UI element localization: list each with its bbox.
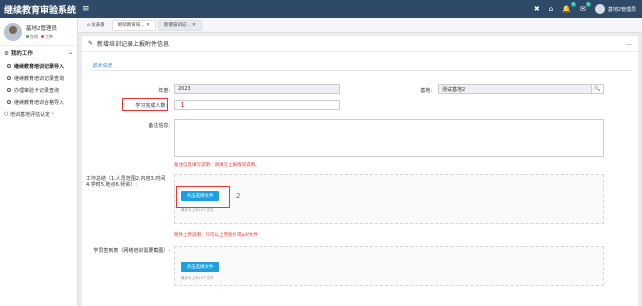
home-icon: ⌂ <box>87 22 90 28</box>
work-summary-label: 工作总结（1.人员范围2.内容3.时间4.学时5.地点6.师资）: <box>86 176 166 188</box>
sidebar-section-evaluation[interactable]: ○ 培训基地评估认定 ‹ <box>0 108 77 120</box>
remark-textarea[interactable] <box>174 119 604 157</box>
remark-label: 备注信息: <box>148 123 170 129</box>
work-summary-upload-button[interactable]: 点击选择文件 <box>181 191 219 201</box>
tab-new-record[interactable]: 新增培训记... ✕ <box>157 19 202 31</box>
sidebar-item-label: 办理审验卡记录查询 <box>14 87 60 94</box>
close-icon[interactable]: ✕ <box>192 23 196 28</box>
year-label: 年度: <box>158 88 170 94</box>
status-online: 在线 <box>30 33 38 39</box>
collapse-icon[interactable]: — <box>626 41 632 48</box>
sidebar-item-label: 继续教育培训合格导入 <box>14 99 65 106</box>
bell-icon[interactable]: 🔔 5 <box>562 2 576 13</box>
app-title: 继续教育审验系统 <box>4 5 77 16</box>
tab-training[interactable]: 继续教育培... ✕ <box>111 19 156 31</box>
circle-icon <box>7 64 11 68</box>
bell-badge: 5 <box>570 2 576 7</box>
student-sign-upload-button[interactable]: 点击选择文件 <box>181 262 219 272</box>
status-work: 工种 <box>45 33 53 39</box>
year-input[interactable]: 2023 <box>174 84 340 94</box>
tab-dashboard[interactable]: ⌂ 仪表盘 <box>82 20 110 31</box>
remark-hint: 备注信息填写说明：请填写上报情况说明。 <box>174 163 260 168</box>
work-dot-icon <box>41 34 44 38</box>
avatar <box>4 22 22 41</box>
fullscreen-icon[interactable]: ✖ <box>534 5 540 13</box>
circle-icon <box>7 88 11 92</box>
student-sign-upload-area[interactable] <box>174 246 604 286</box>
section-title: 基本信息 <box>92 63 113 69</box>
student-sign-label: 学员签到表（网络培训需要截图）: <box>93 248 170 254</box>
count-label: 学习完成人数: <box>135 103 167 109</box>
sidebar-section-label: 培训基地评估认定 <box>9 111 50 118</box>
panel-title: ✎ 新增培训记录上报附件信息 <box>82 36 638 52</box>
panel-title-text: 新增培训记录上报附件信息 <box>97 41 170 48</box>
user-name: 基地2管理员 <box>607 6 636 13</box>
sidebar-user-status: 在线 工种 <box>26 34 57 40</box>
sidebar-section-label: 我的工作 <box>10 51 33 57</box>
tab-label: 仪表盘 <box>91 23 105 28</box>
sidebar-user-name: 基地2管理员 <box>26 25 57 32</box>
top-navbar: 继续教育审验系统 ≡ ✖ ⌂ 🔔 5 ✉ 5 基地2管理员 <box>0 0 642 18</box>
sidebar-item-import[interactable]: 继续教育培训记录导入 <box>0 60 77 72</box>
work-summary-upload-hint: 最多可上传10个文件 <box>181 208 214 212</box>
tab-label: 新增培训记... <box>163 23 191 28</box>
circle-icon: ○ <box>4 111 9 117</box>
main-panel: ✎ 新增培训记录上报附件信息 — 基本信息 年度: 2023 基地: 测试基地2… <box>82 36 638 306</box>
avatar <box>594 4 605 14</box>
top-right-tools: ✖ ⌂ 🔔 5 ✉ 5 基地2管理员 <box>534 0 636 18</box>
sidebar-item-query[interactable]: 继续教育培训记录查询 <box>0 72 77 84</box>
circle-icon <box>7 100 11 104</box>
edit-icon: ✎ <box>88 40 94 47</box>
menu-toggle-icon[interactable]: ≡ <box>82 4 90 14</box>
marker-2: 2 <box>236 192 241 200</box>
tab-bar: ⌂ 仪表盘 继续教育培... ✕ 新增培训记... ✕ <box>78 18 642 33</box>
sidebar: 基地2管理员 在线 工种 ⚙ 我的工作 ⌄ 继续教育培训记录导入 继续教育培训记录… <box>0 18 78 306</box>
sidebar-user: 基地2管理员 在线 工种 <box>0 18 77 46</box>
sidebar-item-qualified-import[interactable]: 继续教育培训合格导入 <box>0 96 77 108</box>
search-icon[interactable]: 🔍 <box>592 84 604 94</box>
sidebar-item-label: 继续教育培训记录导入 <box>14 63 65 70</box>
user-menu[interactable]: 基地2管理员 <box>594 4 636 14</box>
gear-icon: ⚙ <box>4 51 9 57</box>
online-dot-icon <box>26 34 29 38</box>
sidebar-section-my-work[interactable]: ⚙ 我的工作 ⌄ <box>0 46 77 60</box>
student-sign-upload-hint: 最多可上传10个文件 <box>181 276 214 280</box>
divider <box>90 70 632 71</box>
sidebar-item-label: 继续教育培训记录查询 <box>14 75 65 82</box>
mail-icon[interactable]: ✉ 5 <box>580 2 591 13</box>
circle-icon <box>7 76 11 80</box>
attach-note: 附件上传说明：只可以上传图片或pdf文件 <box>174 233 258 238</box>
base-label: 基地: <box>420 88 432 94</box>
sidebar-item-card-query[interactable]: 办理审验卡记录查询 <box>0 84 77 96</box>
tab-label: 继续教育培... <box>117 23 145 28</box>
chevron-down-icon: ⌄ <box>68 50 73 56</box>
mail-badge: 5 <box>585 2 591 7</box>
chevron-left-icon: ‹ <box>51 111 54 117</box>
close-icon[interactable]: ✕ <box>146 23 150 28</box>
base-input[interactable]: 测试基地2 <box>438 84 592 94</box>
count-input[interactable] <box>174 100 340 110</box>
home-icon[interactable]: ⌂ <box>549 5 553 13</box>
